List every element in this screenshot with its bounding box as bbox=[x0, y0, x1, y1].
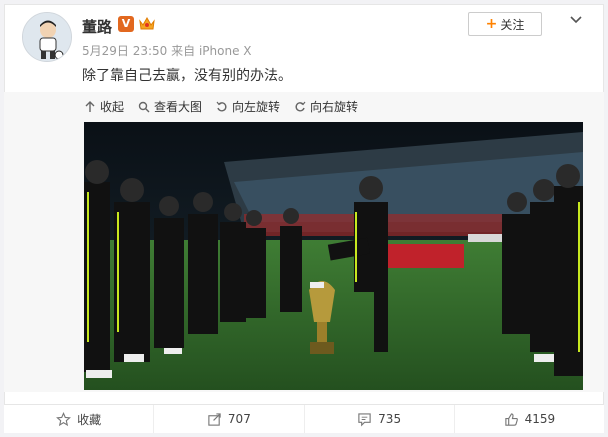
comment-button[interactable]: 735 bbox=[305, 405, 455, 433]
collapse-button[interactable]: 收起 bbox=[84, 98, 124, 115]
thumbs-up-icon bbox=[504, 412, 518, 426]
plus-icon: + bbox=[485, 16, 498, 32]
rotate-left-button[interactable]: 向左旋转 bbox=[216, 98, 280, 115]
post-footer: 收藏 707 735 4159 bbox=[4, 404, 604, 433]
repost-button[interactable]: 707 bbox=[154, 405, 305, 433]
post-photo[interactable] bbox=[84, 122, 583, 390]
media-toolbar: 收起 查看大图 向左旋转 向右旋转 bbox=[84, 98, 358, 115]
view-large-label: 查看大图 bbox=[154, 100, 203, 114]
rotate-right-icon bbox=[295, 101, 306, 112]
crown-icon[interactable] bbox=[138, 15, 156, 33]
collapse-label: 收起 bbox=[100, 100, 125, 114]
rotate-left-label: 向左旋转 bbox=[232, 100, 281, 114]
username[interactable]: 董路 bbox=[82, 16, 112, 37]
photo-image bbox=[84, 122, 583, 390]
rotate-right-label: 向右旋转 bbox=[310, 100, 359, 114]
post-timestamp[interactable]: 5月29日 23:50 bbox=[82, 44, 167, 58]
star-icon bbox=[56, 411, 72, 426]
rotate-right-button[interactable]: 向右旋转 bbox=[294, 98, 358, 115]
favorite-button[interactable]: 收藏 bbox=[4, 405, 155, 433]
post-meta: 5月29日 23:50 来自 iPhone X bbox=[82, 42, 252, 59]
avatar-image bbox=[23, 13, 71, 61]
like-count: 4159 bbox=[524, 412, 556, 426]
favorite-label: 收藏 bbox=[77, 412, 102, 427]
rotate-left-icon bbox=[216, 101, 227, 112]
post-text: 除了靠自己去赢，没有别的办法。 bbox=[82, 68, 292, 84]
view-large-button[interactable]: 查看大图 bbox=[138, 98, 202, 115]
comment-icon bbox=[358, 412, 371, 426]
follow-button[interactable]: + 关注 bbox=[468, 12, 542, 36]
comment-count: 735 bbox=[378, 412, 402, 426]
vip-badge[interactable]: V bbox=[118, 16, 134, 32]
post-source: 来自 iPhone X bbox=[171, 44, 252, 58]
arrow-up-icon bbox=[85, 100, 95, 112]
avatar[interactable] bbox=[22, 12, 72, 62]
search-icon bbox=[138, 101, 150, 112]
like-button[interactable]: 4159 bbox=[455, 405, 604, 433]
chevron-down-icon[interactable] bbox=[568, 12, 584, 28]
repost-count: 707 bbox=[227, 412, 251, 426]
follow-label: 关注 bbox=[500, 17, 525, 32]
repost-icon bbox=[208, 412, 221, 426]
